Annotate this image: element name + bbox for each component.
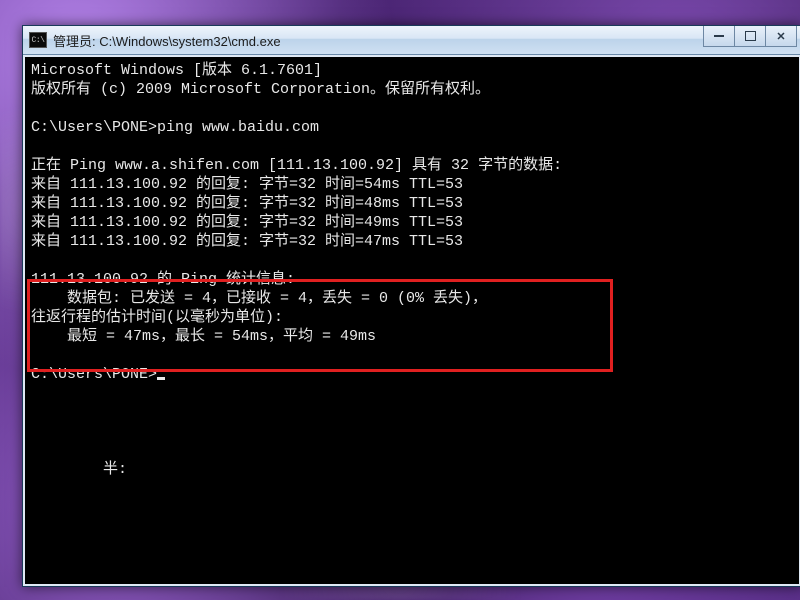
titlebar[interactable]: C:\ 管理员: C:\Windows\system32\cmd.exe: [23, 26, 800, 55]
desktop-background: C:\ 管理员: C:\Windows\system32\cmd.exe Mic…: [0, 0, 800, 600]
minimize-button[interactable]: [703, 26, 735, 47]
prompt: C:\Users\PONE>: [31, 366, 157, 383]
terminal-output[interactable]: Microsoft Windows [版本 6.1.7601] 版权所有 (c)…: [25, 57, 799, 584]
output-line: 来自 111.13.100.92 的回复: 字节=32 时间=48ms TTL=…: [31, 195, 463, 212]
output-line: 半:: [31, 461, 127, 478]
output-line: 来自 111.13.100.92 的回复: 字节=32 时间=54ms TTL=…: [31, 176, 463, 193]
cmd-window: C:\ 管理员: C:\Windows\system32\cmd.exe Mic…: [22, 25, 800, 587]
output-line: 111.13.100.92 的 Ping 统计信息:: [31, 271, 295, 288]
output-line: 数据包: 已发送 = 4，已接收 = 4，丢失 = 0 (0% 丢失)，: [31, 290, 487, 307]
output-line: 正在 Ping www.a.shifen.com [111.13.100.92]…: [31, 157, 562, 174]
close-button[interactable]: [765, 26, 797, 47]
maximize-button[interactable]: [734, 26, 766, 47]
cmd-icon: C:\: [29, 32, 47, 48]
cursor: [157, 377, 165, 380]
output-line: 来自 111.13.100.92 的回复: 字节=32 时间=49ms TTL=…: [31, 214, 463, 231]
output-line: 版权所有 (c) 2009 Microsoft Corporation。保留所有…: [31, 81, 490, 98]
output-line: 往返行程的估计时间(以毫秒为单位):: [31, 309, 283, 326]
output-line: 最短 = 47ms，最长 = 54ms，平均 = 49ms: [31, 328, 376, 345]
output-line: 来自 111.13.100.92 的回复: 字节=32 时间=47ms TTL=…: [31, 233, 463, 250]
window-title: 管理员: C:\Windows\system32\cmd.exe: [53, 31, 281, 50]
terminal-frame: Microsoft Windows [版本 6.1.7601] 版权所有 (c)…: [23, 55, 800, 586]
output-line: C:\Users\PONE>ping www.baidu.com: [31, 119, 319, 136]
window-controls: [704, 26, 797, 54]
output-line: Microsoft Windows [版本 6.1.7601]: [31, 62, 322, 79]
